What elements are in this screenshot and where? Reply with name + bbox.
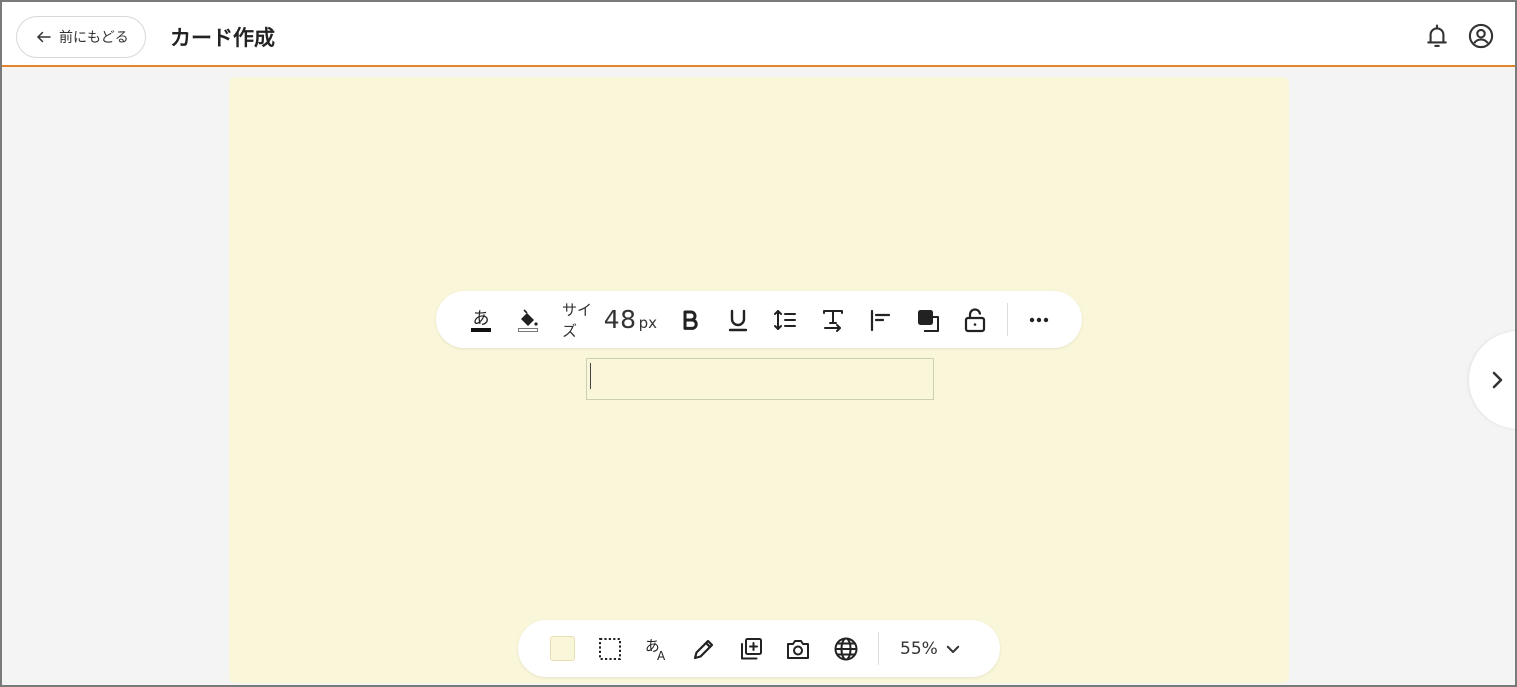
arrow-left-icon <box>37 31 51 43</box>
underline-icon <box>728 309 748 331</box>
back-button-label: 前にもどる <box>59 30 129 46</box>
app-window: 前にもどる カード作成 あ サイズ 48 px あ A 55% <box>0 0 1517 687</box>
text-caret <box>590 363 591 389</box>
toolbar-divider <box>878 632 879 665</box>
chevron-right-icon <box>1492 371 1503 389</box>
page-title: カード作成 <box>170 26 275 50</box>
text-input-box[interactable] <box>586 358 934 400</box>
camera-button[interactable] <box>781 620 815 677</box>
lock-button[interactable] <box>958 291 992 348</box>
text-translate-icon: あ A <box>645 636 666 662</box>
line-spacing-icon <box>774 309 796 330</box>
unlock-icon <box>964 307 986 332</box>
bold-icon <box>683 310 698 330</box>
account-icon[interactable] <box>1467 22 1495 50</box>
font-size-control[interactable]: サイズ 48 px <box>562 291 657 348</box>
text-format-toolbar: あ サイズ 48 px <box>436 291 1082 348</box>
align-button[interactable] <box>863 291 897 348</box>
font-color-icon: あ <box>471 309 491 332</box>
paint-bucket-icon <box>518 308 538 332</box>
header-bar: 前にもどる カード作成 <box>2 2 1515 67</box>
toolbar-divider <box>1007 303 1008 336</box>
underline-button[interactable] <box>721 291 755 348</box>
select-area-button[interactable] <box>593 620 627 677</box>
background-color-swatch[interactable] <box>550 636 575 661</box>
text-direction-icon <box>823 309 843 332</box>
add-text-button[interactable]: あ A <box>639 620 675 677</box>
shadow-icon <box>918 309 939 332</box>
selection-icon <box>599 637 621 660</box>
bold-button[interactable] <box>673 291 707 348</box>
next-button[interactable] <box>1469 331 1515 429</box>
pencil-icon <box>693 639 714 659</box>
svg-text:A: A <box>657 649 666 662</box>
font-color-button[interactable]: あ <box>464 291 498 348</box>
globe-icon <box>834 637 858 660</box>
shadow-button[interactable] <box>911 291 945 348</box>
draw-button[interactable] <box>687 620 721 677</box>
more-horizontal-icon <box>1029 317 1049 322</box>
zoom-value: 55% <box>900 638 938 659</box>
card-tools-bar: あ A 55% <box>518 620 1000 677</box>
camera-icon <box>787 639 809 659</box>
font-size-unit: px <box>638 313 657 332</box>
bell-icon[interactable] <box>1423 22 1451 50</box>
font-size-value: 48 <box>603 305 637 334</box>
back-button[interactable]: 前にもどる <box>16 16 146 58</box>
web-button[interactable] <box>829 620 863 677</box>
fill-color-button[interactable] <box>511 291 545 348</box>
font-size-label: サイズ <box>562 300 593 340</box>
zoom-select[interactable]: 55% <box>900 620 962 677</box>
svg-text:あ: あ <box>473 309 490 329</box>
text-direction-button[interactable] <box>816 291 850 348</box>
add-layer-icon <box>741 637 762 659</box>
align-left-icon <box>870 309 891 331</box>
line-spacing-button[interactable] <box>768 291 802 348</box>
add-image-button[interactable] <box>734 620 768 677</box>
more-options-button[interactable] <box>1022 291 1056 348</box>
chevron-down-icon <box>946 645 960 653</box>
